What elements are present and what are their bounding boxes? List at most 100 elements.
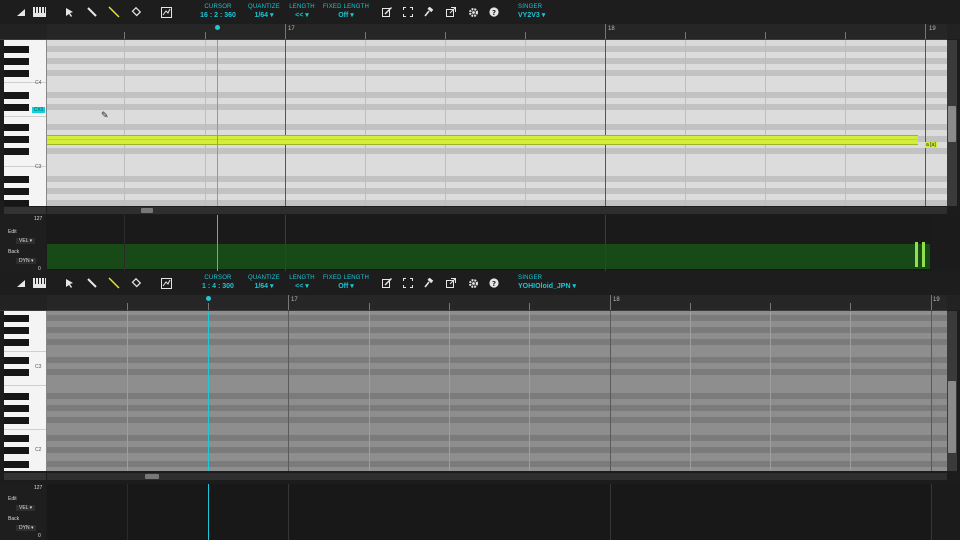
horizontal-scroll-thumb[interactable] <box>141 208 153 213</box>
black-key[interactable] <box>4 435 29 442</box>
black-key[interactable] <box>4 200 29 206</box>
horizontal-scroll-thumb[interactable] <box>145 474 159 479</box>
fullscreen-icon[interactable] <box>401 276 415 290</box>
piano-keyboard[interactable]: C4 C#3 C3 <box>4 40 47 206</box>
ruler-tick <box>690 303 691 310</box>
export-icon[interactable] <box>444 5 458 19</box>
vertical-scroll-thumb[interactable] <box>948 106 956 142</box>
black-key[interactable] <box>4 461 29 468</box>
horizontal-scrollbar[interactable] <box>47 473 947 480</box>
singer-dropdown[interactable]: SINGER YOHIOloid_JPN ▾ <box>518 274 588 292</box>
key-label-hover: C#3 <box>32 107 46 113</box>
hammer-icon[interactable] <box>422 5 436 19</box>
param-back-select[interactable]: DYN ▾ <box>16 258 37 264</box>
help-icon[interactable]: ? <box>487 5 501 19</box>
timeline-ruler[interactable]: 17 18 19 <box>47 24 947 40</box>
export-icon[interactable] <box>444 276 458 290</box>
lane <box>47 339 947 345</box>
black-key[interactable] <box>4 315 29 322</box>
arrow-tool-icon[interactable] <box>63 276 77 290</box>
black-key[interactable] <box>4 447 29 454</box>
black-key[interactable] <box>4 188 29 195</box>
black-key[interactable] <box>4 393 29 400</box>
fullscreen-icon[interactable] <box>401 5 415 19</box>
ruler-tick <box>365 32 366 39</box>
edit-icon[interactable] <box>380 276 394 290</box>
piano-keyboard[interactable]: C3 C2 <box>4 311 47 471</box>
hammer-icon[interactable] <box>422 276 436 290</box>
black-key[interactable] <box>4 176 29 183</box>
note-pitch-line <box>47 139 918 140</box>
black-key[interactable] <box>4 136 29 143</box>
gear-icon[interactable] <box>466 276 480 290</box>
fixed-length-dropdown[interactable]: FIXED LENGTH Off ▾ <box>323 274 369 292</box>
length-dropdown[interactable]: LENGTH << ▾ <box>288 3 316 21</box>
grid-tool-icon[interactable] <box>159 5 173 19</box>
keyboard-toggle-icon[interactable] <box>14 276 28 290</box>
keyboard-scroll-button[interactable] <box>4 473 46 480</box>
length-value: << ▾ <box>295 12 309 19</box>
black-key[interactable] <box>4 104 29 111</box>
parameter-panel: 127 Edit VEL ▾ Back DYN ▾ 0 <box>0 215 960 272</box>
pencil-tool-icon[interactable] <box>85 5 99 19</box>
eraser-tool-icon[interactable] <box>129 5 143 19</box>
vertical-scroll-thumb[interactable] <box>948 381 956 453</box>
quantize-dropdown[interactable]: QUANTIZE 1/64 ▾ <box>247 274 281 292</box>
fixed-length-dropdown[interactable]: FIXED LENGTH Off ▾ <box>323 3 369 21</box>
gear-icon[interactable] <box>466 5 480 19</box>
playhead-marker[interactable] <box>215 25 220 30</box>
keyboard-toggle-icon[interactable] <box>14 5 28 19</box>
piano-icon[interactable] <box>32 276 46 290</box>
length-dropdown[interactable]: LENGTH << ▾ <box>288 274 316 292</box>
black-key[interactable] <box>4 70 29 77</box>
note-grid[interactable]: a [a] ✎ <box>47 40 947 206</box>
fixed-length-label: FIXED LENGTH <box>323 4 370 10</box>
black-key[interactable] <box>4 405 29 412</box>
black-key[interactable] <box>4 369 29 376</box>
velocity-bar[interactable] <box>915 242 918 267</box>
black-key[interactable] <box>4 58 29 65</box>
parameter-graph[interactable] <box>47 215 930 271</box>
cursor-label: CURSOR <box>204 4 232 10</box>
timeline-ruler[interactable]: 17 18 19 <box>47 295 947 311</box>
note-lyric[interactable]: a [a] <box>925 142 937 148</box>
note-grid[interactable] <box>47 311 947 471</box>
singer-dropdown[interactable]: SINGER VY2V3 ▾ <box>518 3 578 21</box>
black-key[interactable] <box>4 92 29 99</box>
black-key[interactable] <box>4 357 29 364</box>
grid-tool-icon[interactable] <box>159 276 173 290</box>
line-tool-icon[interactable] <box>107 5 121 19</box>
parameter-graph[interactable] <box>47 484 932 540</box>
cursor-label: CURSOR <box>204 275 232 281</box>
vertical-scrollbar[interactable] <box>947 40 957 206</box>
line-tool-icon[interactable] <box>107 276 121 290</box>
lane <box>47 405 947 411</box>
vertical-scrollbar[interactable] <box>947 311 957 471</box>
toolbar: CURSOR 16 : 2 : 360 QUANTIZE 1/64 ▾ LENG… <box>0 0 960 25</box>
pencil-cursor-icon: ✎ <box>101 110 109 120</box>
pencil-tool-icon[interactable] <box>85 276 99 290</box>
black-key[interactable] <box>4 124 29 131</box>
black-key[interactable] <box>4 327 29 334</box>
key-divider <box>4 385 46 386</box>
black-key[interactable] <box>4 46 29 53</box>
note[interactable] <box>47 135 918 145</box>
black-key[interactable] <box>4 339 29 346</box>
eraser-tool-icon[interactable] <box>129 276 143 290</box>
velocity-bar[interactable] <box>922 242 925 267</box>
edit-icon[interactable] <box>380 5 394 19</box>
horizontal-scrollbar[interactable] <box>47 207 947 214</box>
black-key[interactable] <box>4 417 29 424</box>
keyboard-scroll-button[interactable] <box>4 207 46 214</box>
lane <box>47 176 947 182</box>
param-edit-select[interactable]: VEL ▾ <box>16 505 36 511</box>
arrow-tool-icon[interactable] <box>63 5 77 19</box>
help-icon[interactable]: ? <box>487 276 501 290</box>
param-back-select[interactable]: DYN ▾ <box>16 525 37 531</box>
quantize-dropdown[interactable]: QUANTIZE 1/64 ▾ <box>247 3 281 21</box>
ruler-tick <box>610 295 611 310</box>
playhead-marker[interactable] <box>206 296 211 301</box>
black-key[interactable] <box>4 148 29 155</box>
piano-icon[interactable] <box>32 5 46 19</box>
param-edit-select[interactable]: VEL ▾ <box>16 238 36 244</box>
